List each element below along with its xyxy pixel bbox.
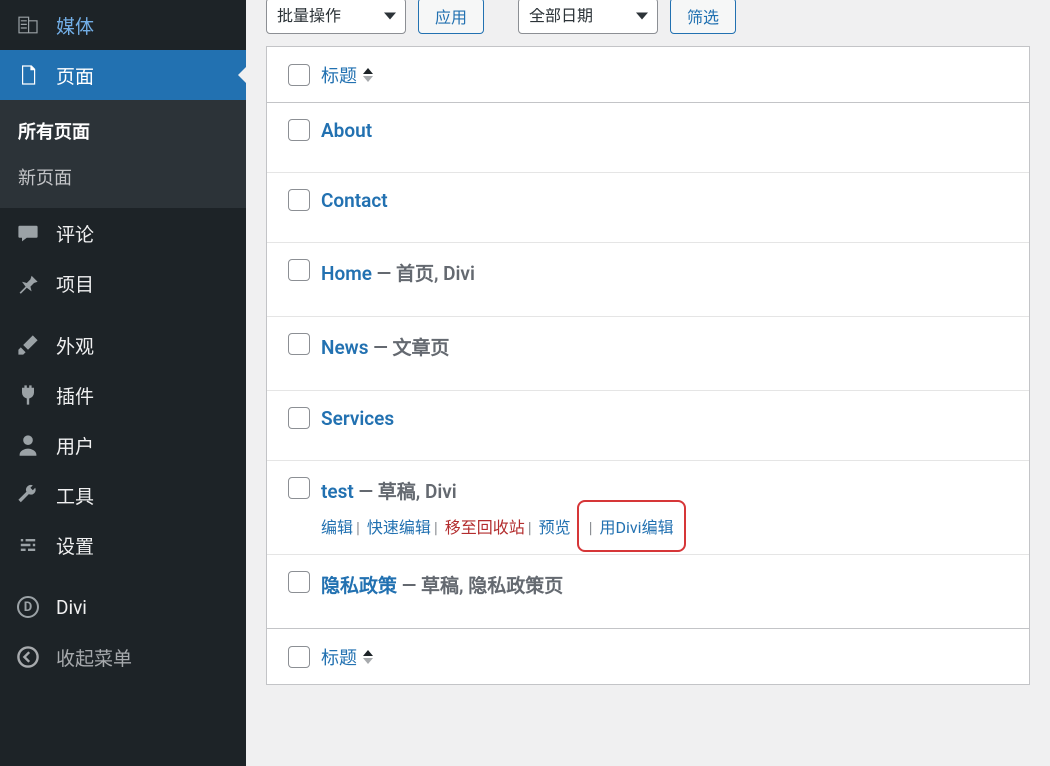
row-state: — 文章页 — [368, 336, 449, 359]
table-header-row: 标题 — [267, 47, 1029, 103]
row-title: About — [321, 119, 1019, 142]
action-edit[interactable]: 编辑 — [321, 518, 353, 537]
sidebar-item-projects[interactable]: 项目 — [0, 258, 246, 308]
sort-indicator-icon — [363, 67, 373, 83]
sidebar-item-tools[interactable]: 工具 — [0, 470, 246, 520]
sidebar-item-label: Divi — [56, 596, 87, 619]
sidebar-item-collapse[interactable]: 收起菜单 — [0, 632, 246, 682]
row-title: Contact — [321, 189, 1019, 212]
sidebar-item-label: 收起菜单 — [56, 644, 132, 671]
page-title-link[interactable]: News — [321, 336, 368, 359]
sidebar-item-appearance[interactable]: 外观 — [0, 320, 246, 370]
sidebar-item-label: 用户 — [56, 432, 94, 459]
date-filter-select-wrap: 全部日期 — [518, 0, 658, 34]
action-quick-edit[interactable]: 快速编辑 — [367, 518, 431, 537]
row-checkbox[interactable] — [288, 571, 310, 593]
pin-icon — [14, 269, 42, 297]
sidebar-item-settings[interactable]: 设置 — [0, 520, 246, 570]
divi-icon: D — [14, 593, 42, 621]
settings-icon — [14, 531, 42, 559]
admin-sidebar: 媒体 页面 所有页面 新页面 评论 项目 外观 插件 — [0, 0, 246, 766]
page-title-link[interactable]: Home — [321, 262, 372, 285]
user-icon — [14, 431, 42, 459]
action-preview[interactable]: 预览 — [539, 518, 571, 537]
row-title: News — 文章页 — [321, 333, 1019, 360]
page-title-link[interactable]: test — [321, 480, 354, 503]
row-title: 隐私政策 — 草稿, 隐私政策页 — [321, 571, 1019, 598]
page-title-link[interactable]: Services — [321, 407, 394, 430]
highlight-box: | 用Divi编辑 — [577, 500, 686, 552]
row-checkbox[interactable] — [288, 189, 310, 211]
table-row: Contact — [267, 173, 1029, 243]
table-row: About — [267, 103, 1029, 173]
sidebar-item-label: 媒体 — [56, 12, 94, 39]
sidebar-item-users[interactable]: 用户 — [0, 420, 246, 470]
table-row: 隐私政策 — 草稿, 隐私政策页 — [267, 555, 1029, 629]
submenu-all-pages[interactable]: 所有页面 — [0, 108, 246, 154]
page-title-link[interactable]: Contact — [321, 189, 388, 212]
row-state: — 草稿, Divi — [354, 480, 457, 503]
pages-table: 标题 About Contact — [266, 46, 1030, 685]
page-title-link[interactable]: About — [321, 119, 372, 142]
brush-icon — [14, 331, 42, 359]
comments-icon — [14, 219, 42, 247]
title-header-label: 标题 — [321, 62, 357, 88]
page-title-link[interactable]: 隐私政策 — [321, 574, 397, 597]
title-footer-label: 标题 — [321, 644, 357, 670]
main-content: 批量操作 应用 全部日期 筛选 标题 Abou — [246, 0, 1050, 766]
sidebar-item-label: 评论 — [56, 220, 94, 247]
table-row: Home — 首页, Divi — [267, 243, 1029, 317]
sidebar-item-comments[interactable]: 评论 — [0, 208, 246, 258]
filter-button[interactable]: 筛选 — [670, 0, 736, 34]
submenu-new-page[interactable]: 新页面 — [0, 154, 246, 200]
sidebar-item-label: 工具 — [56, 482, 94, 509]
date-filter-select[interactable]: 全部日期 — [518, 0, 658, 34]
table-row: News — 文章页 — [267, 317, 1029, 391]
row-checkbox[interactable] — [288, 119, 310, 141]
row-checkbox[interactable] — [288, 477, 310, 499]
sidebar-item-label: 页面 — [56, 62, 94, 89]
bulk-action-select-wrap: 批量操作 — [266, 0, 406, 34]
title-column-header[interactable]: 标题 — [321, 62, 1019, 88]
sidebar-item-label: 设置 — [56, 532, 94, 559]
sidebar-item-plugins[interactable]: 插件 — [0, 370, 246, 420]
row-state: — 首页, Divi — [372, 262, 475, 285]
bulk-action-select[interactable]: 批量操作 — [266, 0, 406, 34]
top-controls: 批量操作 应用 全部日期 筛选 — [266, 0, 1030, 46]
title-column-footer[interactable]: 标题 — [321, 644, 1019, 670]
row-state: — 草稿, 隐私政策页 — [397, 574, 563, 597]
action-divi-edit[interactable]: 用Divi编辑 — [600, 518, 674, 537]
row-checkbox[interactable] — [288, 333, 310, 355]
sidebar-item-pages[interactable]: 页面 — [0, 50, 246, 100]
row-title: Services — [321, 407, 1019, 430]
sidebar-submenu-pages: 所有页面 新页面 — [0, 100, 246, 208]
table-row: Services — [267, 391, 1029, 461]
select-all-checkbox-footer[interactable] — [288, 646, 310, 668]
sort-indicator-icon — [363, 649, 373, 665]
table-footer-row: 标题 — [267, 629, 1029, 685]
wrench-icon — [14, 481, 42, 509]
media-icon — [14, 11, 42, 39]
row-checkbox[interactable] — [288, 407, 310, 429]
pages-icon — [14, 61, 42, 89]
sidebar-item-media[interactable]: 媒体 — [0, 0, 246, 50]
select-all-checkbox[interactable] — [288, 64, 310, 86]
row-actions: 编辑| 快速编辑| 移至回收站| 预览 | 用Divi编辑 — [321, 514, 1019, 538]
action-trash[interactable]: 移至回收站 — [445, 518, 525, 537]
row-title: Home — 首页, Divi — [321, 259, 1019, 286]
sidebar-item-label: 插件 — [56, 382, 94, 409]
sidebar-item-label: 项目 — [56, 270, 94, 297]
sidebar-item-divi[interactable]: D Divi — [0, 582, 246, 632]
apply-button[interactable]: 应用 — [418, 0, 484, 34]
plugin-icon — [14, 381, 42, 409]
sidebar-item-label: 外观 — [56, 332, 94, 359]
row-checkbox[interactable] — [288, 259, 310, 281]
table-row: test — 草稿, Divi 编辑| 快速编辑| 移至回收站| 预览 | 用D… — [267, 461, 1029, 555]
collapse-icon — [14, 643, 42, 671]
